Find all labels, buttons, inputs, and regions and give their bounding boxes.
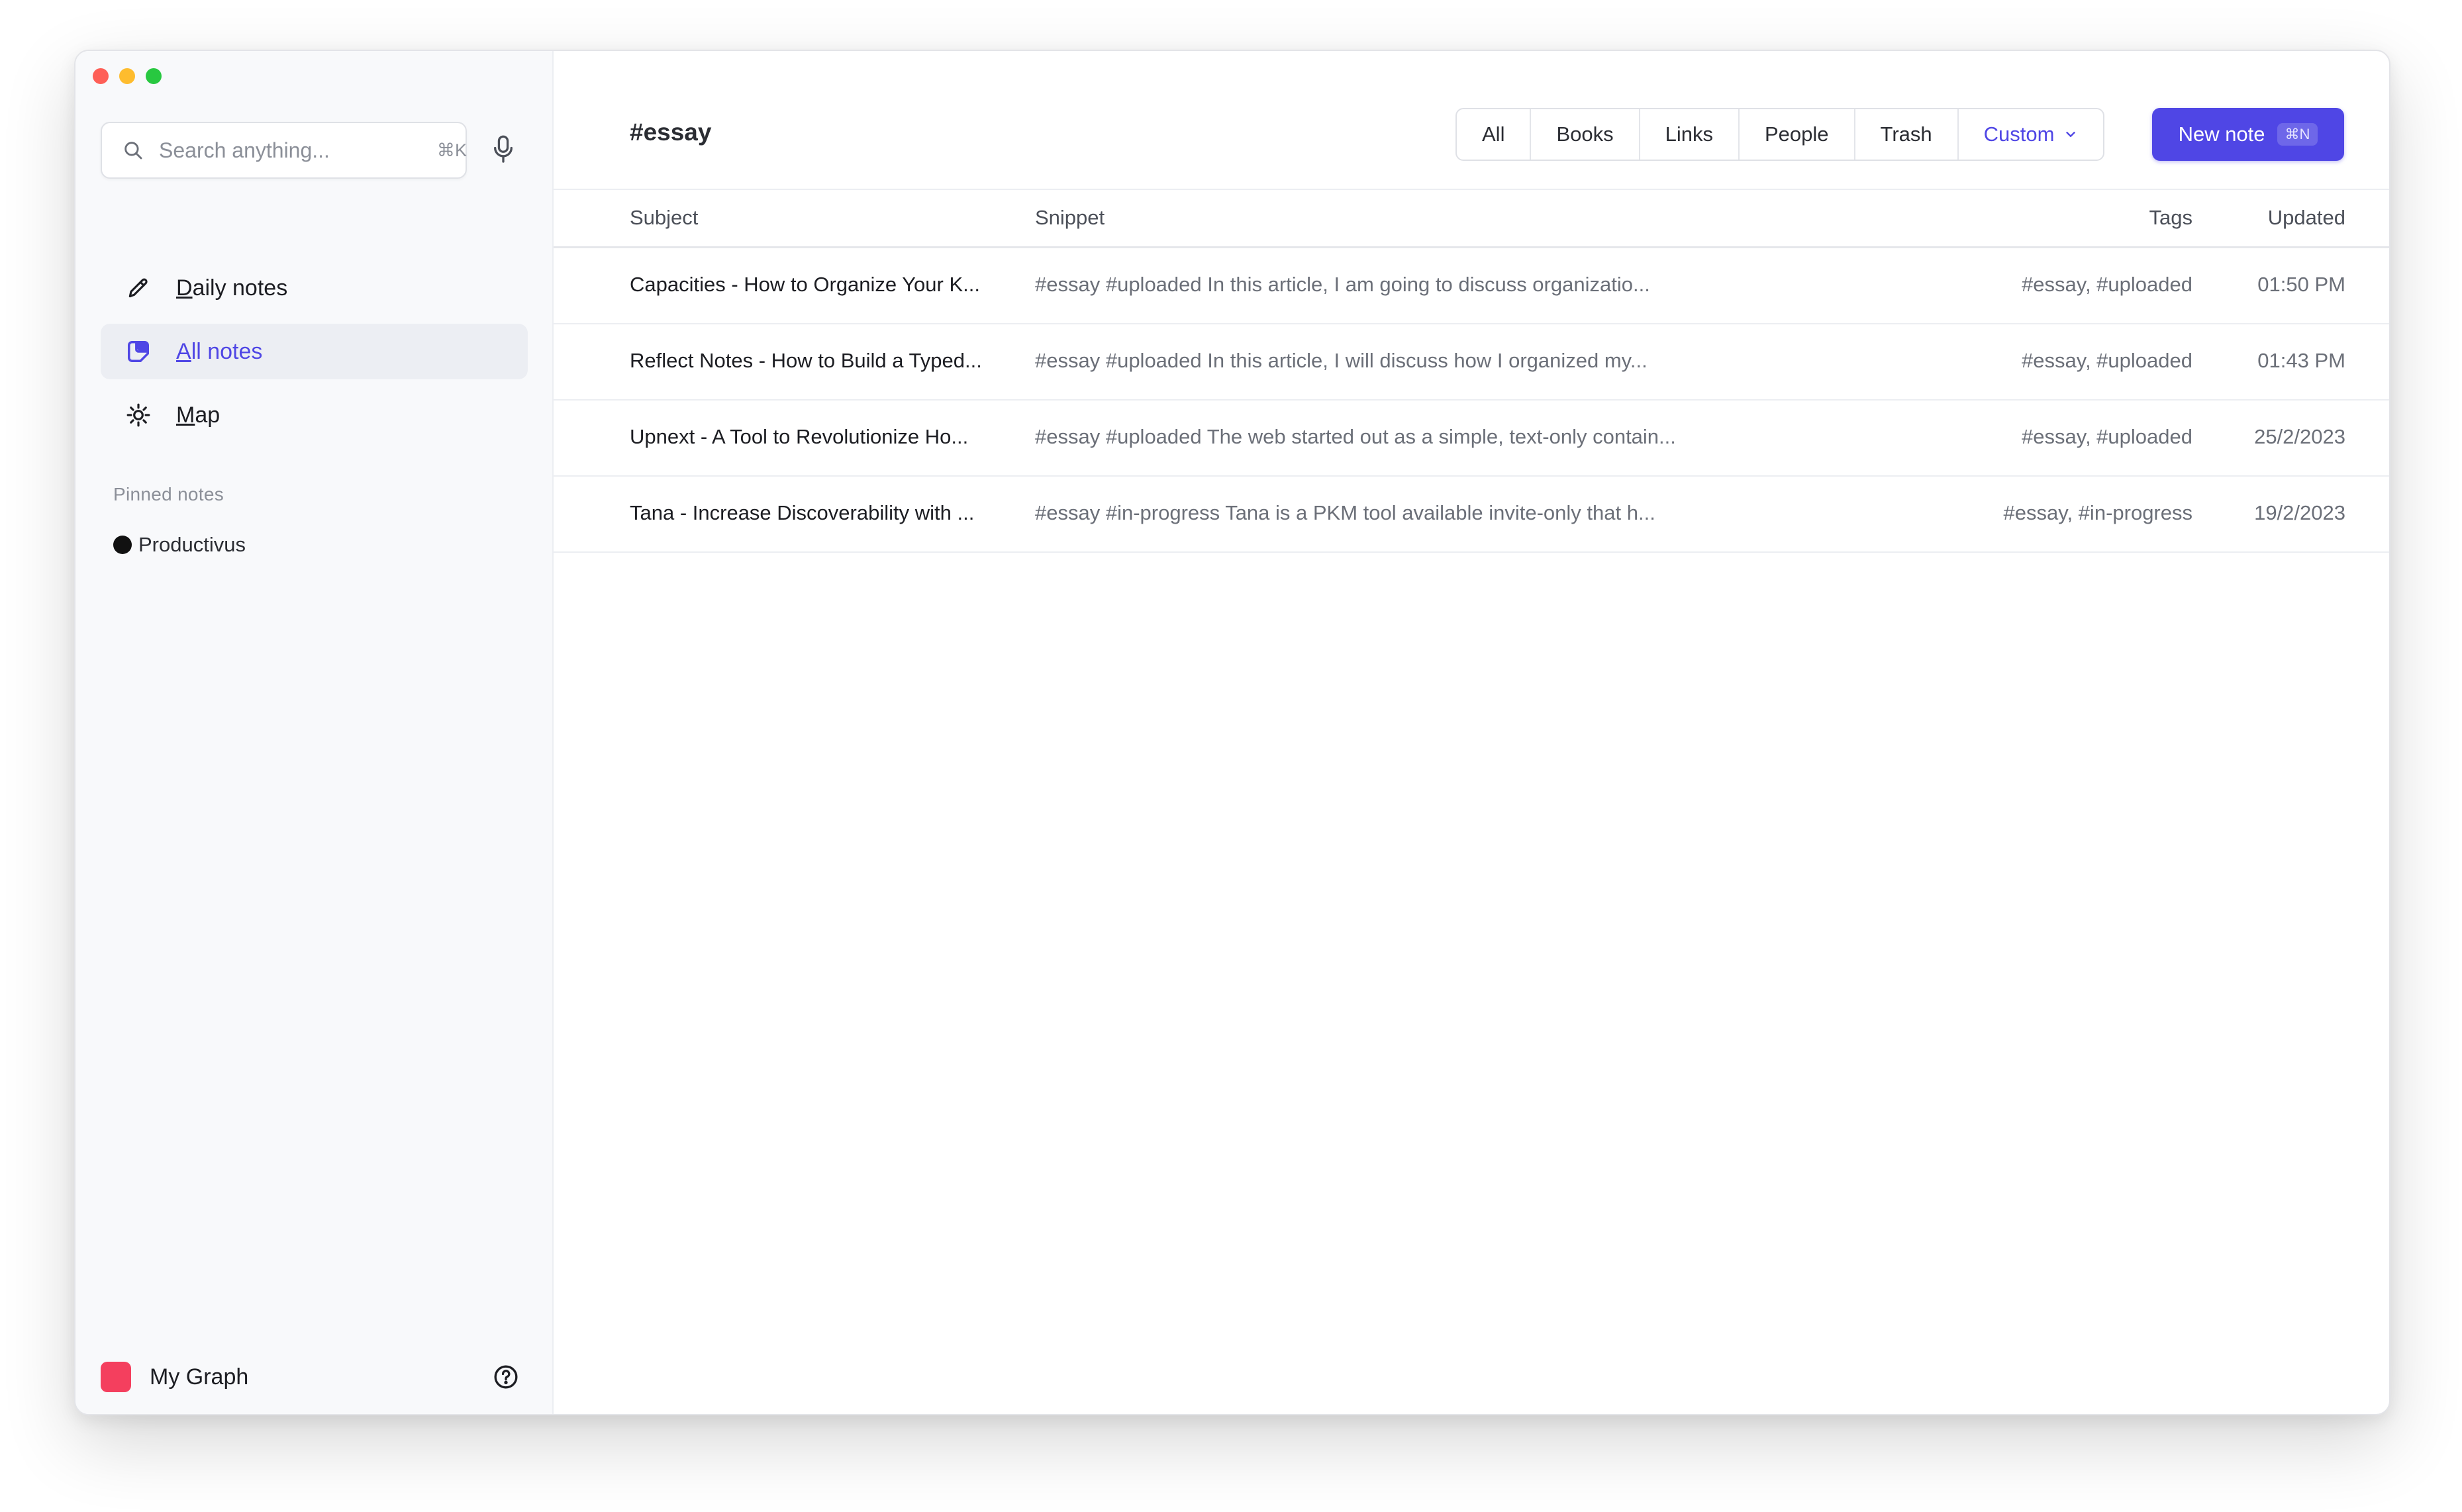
new-note-button[interactable]: New note ⌘N [2152,108,2344,161]
microphone-icon [494,135,513,163]
search-box[interactable]: ⌘K [101,122,467,179]
graph-name: My Graph [150,1364,249,1390]
filter-books[interactable]: Books [1531,109,1640,160]
search-input[interactable] [159,138,437,163]
search-icon [124,142,142,160]
sidebar-item-label: All notes [176,338,263,364]
app-window: ⌘K Daily notes [74,50,2390,1415]
main-content: #essay All Books Links People Trash Cust… [554,51,2389,1414]
chevron-down-icon [2066,132,2076,137]
minimize-window-button[interactable] [119,68,135,84]
table-header: Subject Snippet Tags Updated [554,189,2389,248]
search-shortcut-hint: ⌘K [437,140,468,160]
page-title: #essay [630,118,712,146]
filter-all[interactable]: All [1457,109,1532,160]
row-updated: 19/2/2023 [2254,501,2345,524]
sidebar: ⌘K Daily notes [75,51,554,1414]
row-snippet: #essay #uploaded In this article, I am g… [1035,273,1650,296]
row-updated: 01:43 PM [2257,349,2345,372]
row-tags: #essay, #uploaded [2022,425,2192,448]
row-snippet: #essay #uploaded The web started out as … [1035,425,1676,448]
pinned-note-item[interactable]: Productivus [113,533,246,557]
filter-trash[interactable]: Trash [1855,109,1959,160]
sidebar-item-label: Map [176,402,221,428]
table-row[interactable]: Capacities - How to Organize Your K... #… [554,248,2389,324]
table-row[interactable]: Reflect Notes - How to Build a Typed... … [554,324,2389,401]
sidebar-item-all-notes[interactable]: All notes [101,324,528,379]
pencil-icon [124,274,152,302]
filter-custom-dropdown[interactable]: Custom [1959,109,2104,160]
column-header-tags[interactable]: Tags [1928,206,2192,230]
column-header-snippet[interactable]: Snippet [1035,206,1863,230]
filter-segmented-control: All Books Links People Trash Custom [1455,108,2105,161]
close-window-button[interactable] [93,68,109,84]
row-subject: Capacities - How to Organize Your K... [630,273,980,296]
window-controls [93,68,162,84]
row-tags: #essay, #uploaded [2022,349,2192,372]
notes-table: Capacities - How to Organize Your K... #… [554,248,2389,553]
sidebar-item-map[interactable]: Map [101,387,528,443]
filter-custom-label: Custom [1983,122,2055,146]
table-row[interactable]: Upnext - A Tool to Revolutionize Ho... #… [554,401,2389,477]
maximize-window-button[interactable] [146,68,162,84]
row-updated: 01:50 PM [2257,273,2345,296]
black-circle-icon [113,536,132,554]
pinned-note-label: Productivus [138,533,246,556]
row-subject: Upnext - A Tool to Revolutionize Ho... [630,425,969,448]
row-subject: Reflect Notes - How to Build a Typed... [630,349,982,372]
filter-people[interactable]: People [1740,109,1855,160]
sidebar-item-daily-notes[interactable]: Daily notes [101,260,528,316]
row-snippet: #essay #in-progress Tana is a PKM tool a… [1035,501,1655,524]
graph-color-swatch [101,1362,131,1392]
pinned-notes-heading: Pinned notes [113,484,224,504]
sidebar-item-label: Daily notes [176,275,288,301]
note-icon [124,338,152,365]
new-note-shortcut: ⌘N [2277,123,2318,146]
table-row[interactable]: Tana - Increase Discoverability with ...… [554,477,2389,553]
sidebar-nav: Daily notes All notes Map [101,260,528,451]
row-tags: #essay, #uploaded [2022,273,2192,296]
row-tags: #essay, #in-progress [2003,501,2192,524]
row-subject: Tana - Increase Discoverability with ... [630,501,975,524]
voice-search-button[interactable] [490,134,517,168]
column-header-updated[interactable]: Updated [2213,206,2345,230]
sun-icon [124,401,152,429]
filter-links[interactable]: Links [1640,109,1740,160]
row-updated: 25/2/2023 [2254,425,2345,448]
new-note-label: New note [2178,122,2265,146]
column-header-subject[interactable]: Subject [630,206,1017,230]
graph-switcher[interactable]: My Graph [101,1362,248,1392]
help-button[interactable] [493,1364,519,1394]
row-snippet: #essay #uploaded In this article, I will… [1035,349,1648,372]
help-icon [494,1365,518,1389]
